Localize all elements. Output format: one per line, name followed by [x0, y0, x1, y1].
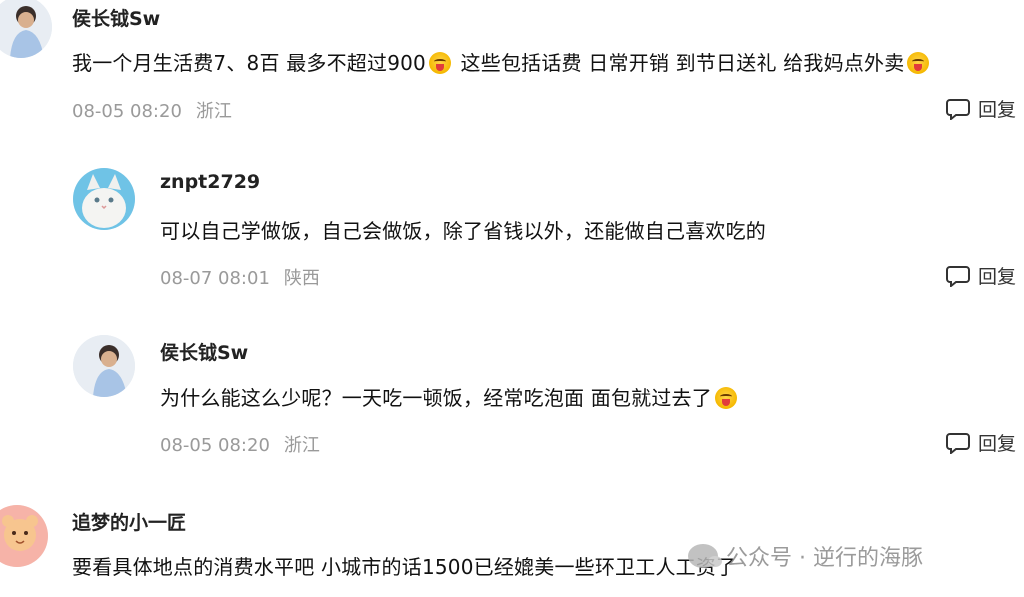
reply-label: 回复	[977, 99, 1016, 121]
comment-meta: 08-05 08:20 浙江	[160, 431, 320, 457]
comment-bubble-icon	[945, 432, 970, 454]
comment-bubble-icon	[945, 265, 970, 287]
username[interactable]: znpt2729	[160, 171, 260, 193]
comment-text: 可以自己学做饭，自己会做饭，除了省钱以外，还能做自己喜欢吃的	[160, 219, 766, 243]
username[interactable]: 追梦的小一匠	[72, 508, 186, 535]
comment-text-part: 我一个月生活费7、8百 最多不超过900	[72, 51, 426, 75]
comment-meta: 08-07 08:01 陕西	[160, 264, 320, 290]
comment-bubble-icon	[945, 98, 970, 120]
avatar[interactable]	[0, 0, 52, 58]
username[interactable]: 侯长钺Sw	[72, 4, 160, 31]
comment-date: 08-05 08:20	[72, 101, 182, 122]
comment-location: 浙江	[195, 101, 232, 122]
comment-date: 08-05 08:20	[160, 435, 270, 456]
watermark: 公众号 · 逆行的海豚	[688, 540, 923, 572]
squinting-tongue-emoji-icon	[907, 52, 930, 74]
comment-text: 我一个月生活费7、8百 最多不超过900 这些包括话费 日常开销 到节日送礼 给…	[72, 47, 932, 76]
avatar[interactable]	[73, 168, 135, 230]
reply-button[interactable]: 回复	[945, 429, 1016, 456]
avatar[interactable]	[0, 505, 48, 567]
reply-button[interactable]: 回复	[945, 262, 1016, 289]
avatar[interactable]	[73, 335, 135, 397]
comment-meta: 08-05 08:20 浙江	[72, 97, 232, 123]
reply-label: 回复	[977, 433, 1016, 455]
comment-text-part: 这些包括话费 日常开销 到节日送礼 给我妈点外卖	[453, 51, 905, 75]
comment-text: 要看具体地点的消费水平吧 小城市的话1500已经媲美一些环卫工人工资了	[72, 555, 737, 579]
squinting-tongue-emoji-icon	[714, 387, 737, 409]
comment-location: 陕西	[283, 268, 320, 289]
wechat-icon	[688, 544, 722, 568]
reply-label: 回复	[977, 266, 1016, 288]
squinting-tongue-emoji-icon	[428, 52, 451, 74]
reply-button[interactable]: 回复	[945, 95, 1016, 122]
comment-date: 08-07 08:01	[160, 268, 270, 289]
watermark-text: 公众号 · 逆行的海豚	[726, 546, 923, 571]
comment-text: 为什么能这么少呢？一天吃一顿饭，经常吃泡面 面包就过去了	[160, 382, 740, 411]
comment-location: 浙江	[283, 435, 320, 456]
username[interactable]: 侯长钺Sw	[160, 338, 248, 365]
comment-text-part: 为什么能这么少呢？一天吃一顿饭，经常吃泡面 面包就过去了	[160, 386, 712, 410]
